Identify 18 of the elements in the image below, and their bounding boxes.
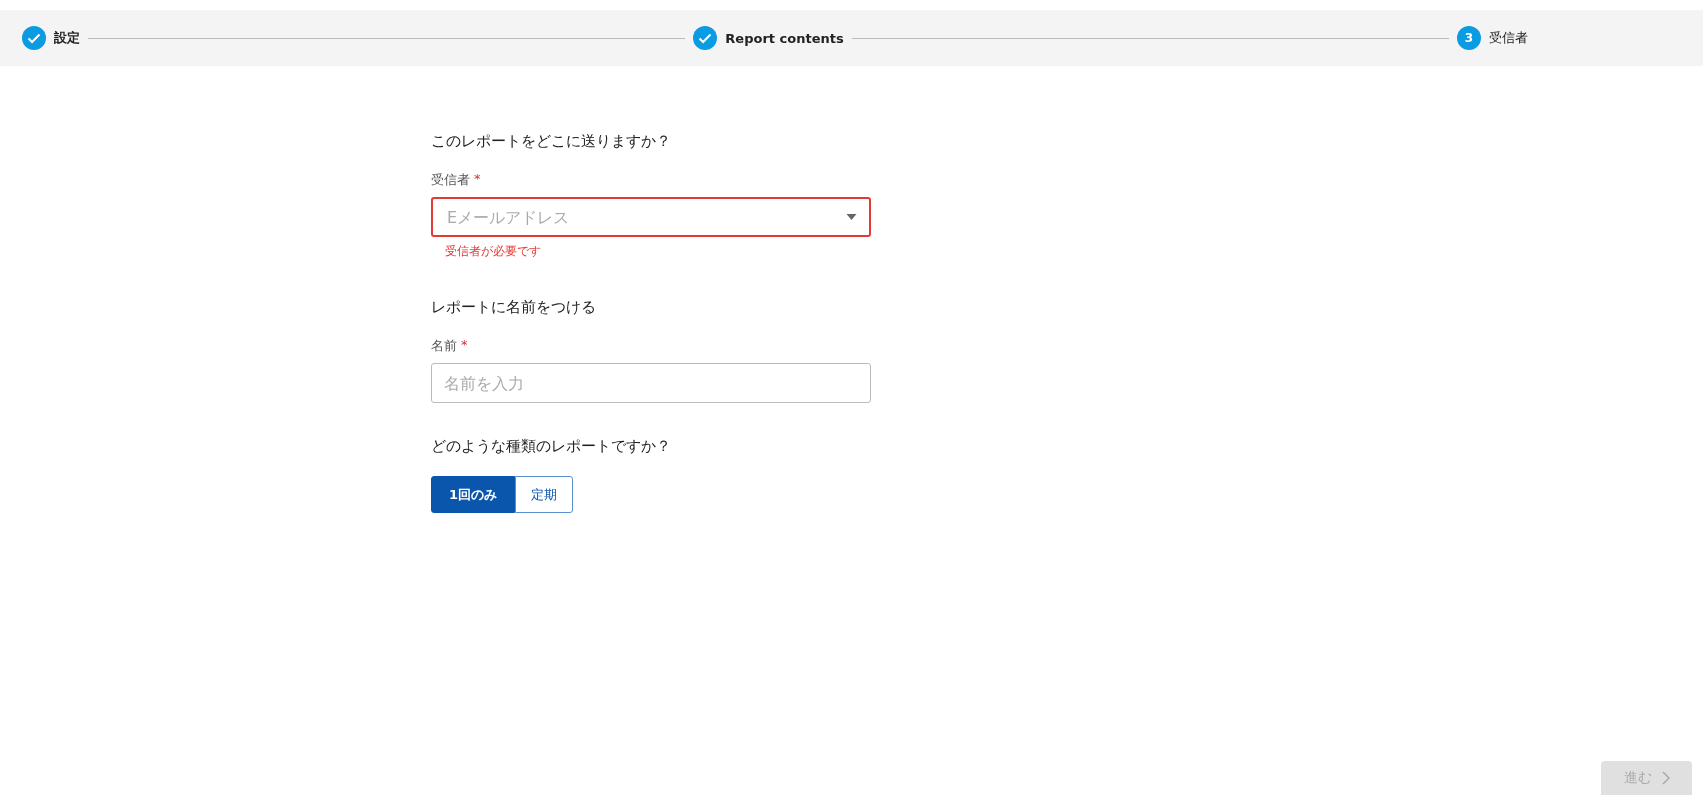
section-heading: レポートに名前をつける — [431, 298, 597, 317]
error-message: 受信者が必要です — [445, 243, 542, 260]
chevron-icon — [1661, 771, 1670, 785]
step-number: 3 — [1457, 26, 1481, 50]
step-label[interactable]: 設定 — [54, 29, 80, 47]
step-label[interactable]: 受信者 — [1489, 29, 1528, 47]
required-asterisk: * — [461, 337, 468, 354]
email-dropdown[interactable]: Eメールアドレス — [431, 197, 871, 237]
section-heading: どのような種類のレポートですか？ — [431, 437, 672, 456]
toggle-option[interactable]: 定期 — [515, 476, 573, 513]
toggle-option[interactable]: 1回のみ — [431, 476, 515, 513]
required-asterisk: * — [474, 171, 481, 188]
step-label[interactable]: Report contents — [725, 30, 844, 46]
email-input[interactable]: Eメールアドレス — [445, 206, 846, 228]
field-label: 名前 — [431, 337, 457, 355]
name-input[interactable]: 名前を入力 — [431, 363, 871, 403]
section-heading: このレポートをどこに送りますか？ — [431, 132, 672, 151]
field-label: 受信者 — [431, 171, 470, 189]
